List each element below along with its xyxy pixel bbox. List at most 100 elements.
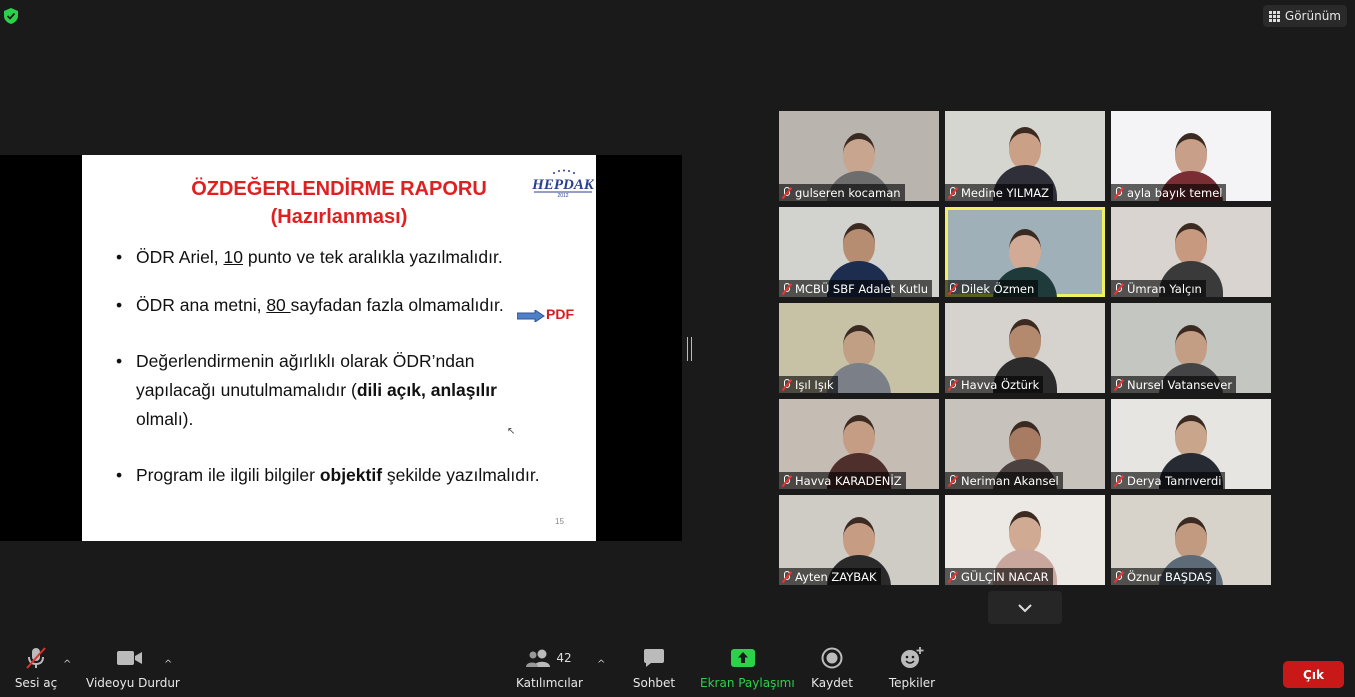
microphone-muted-icon: [782, 570, 791, 583]
video-camera-icon: [117, 651, 142, 665]
participant-name-bar: Derya Tanrıverdi: [1111, 472, 1226, 489]
participant-video-tile[interactable]: Ümran Yalçın: [1111, 207, 1271, 297]
microphone-muted-icon: [948, 474, 957, 487]
bullet-item: ÖDR ana metni, 80 sayfadan fazla olmamal…: [116, 291, 504, 320]
share-screen-label: Ekran Paylaşımı: [700, 676, 795, 690]
participant-video-tile[interactable]: ayla bayık temel: [1111, 111, 1271, 201]
audio-options-caret-icon[interactable]: ^: [63, 659, 71, 670]
participant-name-bar: Neriman Akansel: [945, 472, 1063, 489]
participants-count: 42: [556, 651, 572, 665]
participant-name: GÜLÇİN NACAR: [961, 569, 1049, 584]
bullet-item: Değerlendirmenin ağırlıklı olarak ÖDR’nd…: [116, 347, 497, 434]
participant-video-figure: [827, 325, 891, 393]
microphone-muted-icon: [948, 282, 957, 295]
chevron-down-icon: [1018, 603, 1032, 612]
participant-video-tile[interactable]: Neriman Akansel: [945, 399, 1105, 489]
participant-name-bar: Havva Öztürk: [945, 376, 1044, 393]
participant-name-bar: Işıl Işık: [779, 376, 838, 393]
view-button[interactable]: Görünüm: [1262, 5, 1347, 27]
microphone-muted-icon: [782, 474, 791, 487]
view-button-label: Görünüm: [1284, 9, 1341, 23]
participant-video-tile[interactable]: MCBÜ SBF Adalet Kutlu: [779, 207, 939, 297]
participant-video-tile[interactable]: Medine YILMAZ: [945, 111, 1105, 201]
participant-video-tile[interactable]: Derya Tanrıverdi: [1111, 399, 1271, 489]
record-label: Kaydet: [811, 676, 853, 690]
participant-video-tile[interactable]: Nursel Vatansever: [1111, 303, 1271, 393]
participant-name: Ayten ZAYBAK: [795, 569, 877, 584]
participant-name-bar: Ayten ZAYBAK: [779, 568, 881, 585]
participant-name: gulseren kocaman: [795, 185, 901, 200]
shared-screen: ÖZDEĞERLENDİRME RAPORU (Hazırlanması) HE…: [0, 155, 682, 541]
slide-title-line1: ÖZDEĞERLENDİRME RAPORU: [191, 178, 487, 200]
participant-name: Öznur BAŞDAŞ: [1127, 569, 1212, 584]
chat-button[interactable]: Sohbet: [632, 645, 676, 690]
meeting-toolbar: Sesi aç ^ Videoyu Durdur ^ 42 Katılımcıl…: [0, 645, 1355, 697]
microphone-muted-icon: [1114, 378, 1123, 391]
participant-video-tile[interactable]: Işıl Işık: [779, 303, 939, 393]
participant-name: Havva Öztürk: [961, 377, 1040, 392]
participant-video-tile[interactable]: gulseren kocaman: [779, 111, 939, 201]
record-button[interactable]: Kaydet: [810, 645, 854, 690]
participant-name: ayla bayık temel: [1127, 185, 1223, 200]
microphone-muted-icon: [782, 282, 791, 295]
share-screen-button[interactable]: Ekran Paylaşımı: [700, 645, 795, 690]
participant-name-bar: Öznur BAŞDAŞ: [1111, 568, 1216, 585]
security-shield-icon[interactable]: [4, 8, 18, 24]
participant-name-bar: Havva KARADENİZ: [779, 472, 906, 489]
participants-label: Katılımcılar: [516, 676, 583, 690]
participant-video-tile[interactable]: Öznur BAŞDAŞ: [1111, 495, 1271, 585]
slide-title-line2: (Hazırlanması): [270, 206, 408, 228]
participant-video-tile[interactable]: Dilek Özmen: [945, 207, 1105, 297]
microphone-muted-icon: [1114, 570, 1123, 583]
share-screen-icon: [731, 649, 755, 667]
participant-name-bar: Ümran Yalçın: [1111, 280, 1206, 297]
participant-name-bar: Medine YILMAZ: [945, 184, 1054, 201]
unmute-label: Sesi aç: [14, 676, 58, 690]
stop-video-button[interactable]: Videoyu Durdur: [86, 645, 180, 690]
participant-name-bar: Nursel Vatansever: [1111, 376, 1237, 393]
participant-video-tile[interactable]: Ayten ZAYBAK: [779, 495, 939, 585]
hepdak-logo: HEPDAK 2012: [532, 169, 594, 199]
participant-name: Ümran Yalçın: [1127, 281, 1202, 296]
reactions-button[interactable]: Tepkiler: [887, 645, 937, 690]
participant-video-tile[interactable]: GÜLÇİN NACAR: [945, 495, 1105, 585]
participant-video-tile[interactable]: Havva Öztürk: [945, 303, 1105, 393]
bullet-item: Program ile ilgili bilgiler objektif şek…: [116, 461, 540, 490]
participant-name-bar: Dilek Özmen: [945, 280, 1039, 297]
participants-icon: [526, 649, 551, 667]
microphone-muted-icon: [782, 186, 791, 199]
participant-video-tile[interactable]: Havva KARADENİZ: [779, 399, 939, 489]
unmute-button[interactable]: Sesi aç: [14, 645, 58, 690]
reactions-smiley-icon: [901, 647, 924, 668]
video-options-caret-icon[interactable]: ^: [164, 659, 172, 670]
participant-name-bar: gulseren kocaman: [779, 184, 905, 201]
arrow-right-icon: [517, 310, 545, 322]
microphone-muted-icon: [948, 378, 957, 391]
svg-text:HEPDAK: HEPDAK: [532, 177, 594, 193]
microphone-muted-icon: [26, 647, 46, 669]
record-icon: [821, 647, 843, 669]
svg-text:2012: 2012: [557, 193, 568, 199]
grid-view-icon: [1268, 10, 1280, 22]
participant-name-bar: ayla bayık temel: [1111, 184, 1227, 201]
participant-name: Derya Tanrıverdi: [1127, 473, 1222, 488]
microphone-muted-icon: [948, 186, 957, 199]
chat-label: Sohbet: [632, 676, 676, 690]
participant-name-bar: GÜLÇİN NACAR: [945, 568, 1053, 585]
mouse-cursor-icon: ↖: [507, 426, 516, 437]
slide-title: ÖZDEĞERLENDİRME RAPORU (Hazırlanması): [82, 175, 596, 231]
participant-name: Işıl Işık: [795, 377, 834, 392]
participants-options-caret-icon[interactable]: ^: [597, 659, 605, 670]
gallery-collapse-button[interactable]: [988, 591, 1062, 624]
leave-meeting-button[interactable]: Çık: [1283, 661, 1344, 688]
participant-name: Havva KARADENİZ: [795, 473, 902, 488]
microphone-muted-icon: [1114, 186, 1123, 199]
participant-name: Nursel Vatansever: [1127, 377, 1233, 392]
chat-bubble-icon: [644, 649, 664, 667]
stop-video-label: Videoyu Durdur: [86, 676, 180, 690]
bullet-item: ÖDR Ariel, 10 punto ve tek aralıkla yazı…: [116, 243, 503, 272]
panel-resize-handle[interactable]: [687, 337, 692, 361]
participants-button[interactable]: 42 Katılımcılar: [516, 645, 583, 690]
participant-name: Dilek Özmen: [961, 281, 1035, 296]
pdf-link[interactable]: PDF: [546, 306, 574, 322]
